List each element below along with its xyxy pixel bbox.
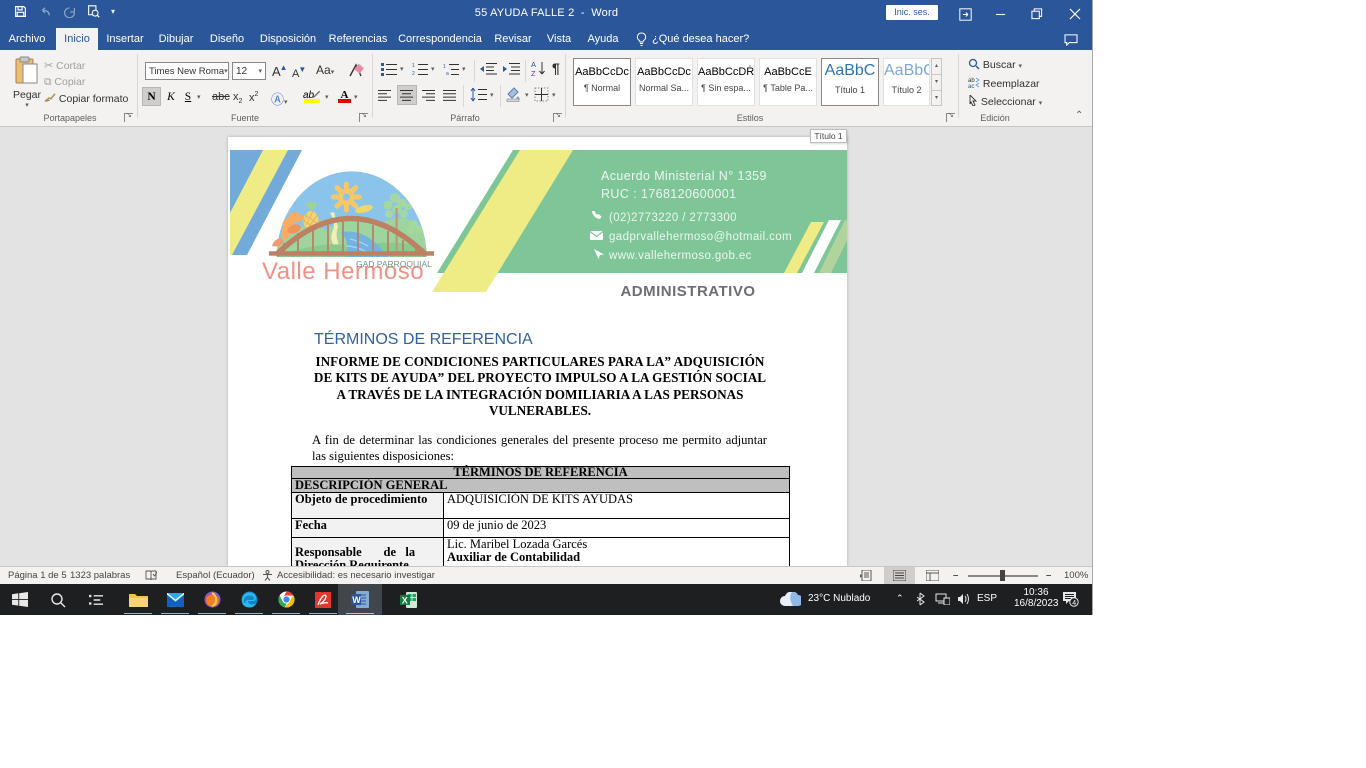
svg-text:ac: ac (968, 84, 974, 88)
svg-text:Z: Z (531, 69, 536, 77)
svg-text:4: 4 (1072, 600, 1076, 607)
svg-text:X: X (401, 595, 407, 605)
svg-text:1: 1 (412, 63, 415, 69)
svg-text:GAD PARROQUIAL: GAD PARROQUIAL (356, 259, 432, 269)
svg-text:www.vallehermoso.gob.ec: www.vallehermoso.gob.ec (608, 250, 752, 262)
svg-text:A: A (531, 60, 536, 69)
svg-text:1: 1 (443, 64, 446, 70)
svg-text:(02)2773220 / 2773300: (02)2773220 / 2773300 (609, 212, 737, 224)
svg-text:W: W (352, 595, 361, 605)
svg-text:RUC : 1768120600001: RUC : 1768120600001 (601, 187, 736, 201)
svg-text:Acuerdo Ministerial N° 1359: Acuerdo Ministerial N° 1359 (601, 169, 767, 183)
svg-text:gadprvallehermoso@hotmail.com: gadprvallehermoso@hotmail.com (609, 231, 792, 243)
svg-text:a: a (446, 71, 449, 76)
svg-text:2: 2 (412, 71, 415, 76)
